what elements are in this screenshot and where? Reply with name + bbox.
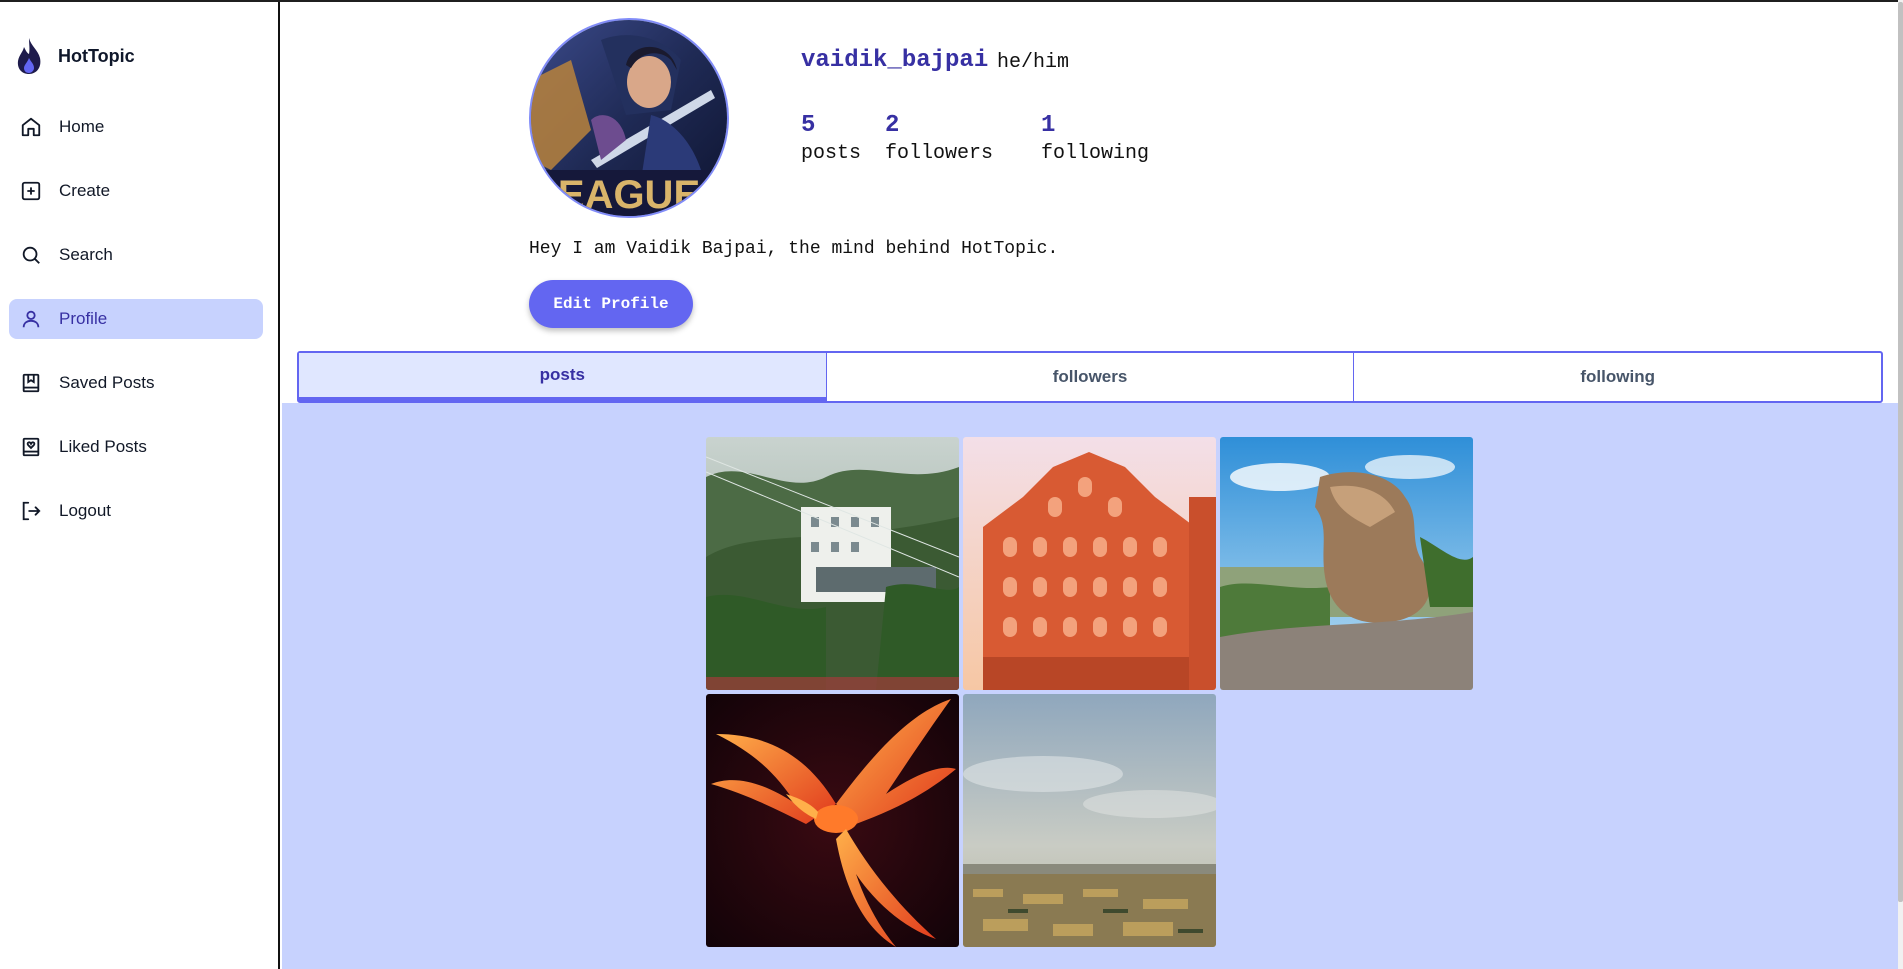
hawa-mahal-photo xyxy=(963,437,1216,690)
sidebar-item-logout[interactable]: Logout xyxy=(9,491,263,531)
flame-logo-icon xyxy=(17,38,41,74)
sidebar-item-profile[interactable]: Profile xyxy=(9,299,263,339)
post-tile[interactable] xyxy=(706,437,959,690)
avatar[interactable]: EAGUE xyxy=(529,18,729,218)
tab-followers[interactable]: followers xyxy=(827,353,1355,401)
post-tile[interactable] xyxy=(706,694,959,947)
sidebar-item-saved-posts[interactable]: Saved Posts xyxy=(9,363,263,403)
post-tile[interactable] xyxy=(963,694,1216,947)
posts-label: posts xyxy=(801,142,862,165)
brand[interactable]: HotTopic xyxy=(14,36,135,76)
post-tile[interactable] xyxy=(1220,437,1473,690)
sidebar-item-label: Liked Posts xyxy=(59,437,147,456)
stat-followers[interactable]: 2 followers xyxy=(885,112,1017,165)
posts-section xyxy=(282,403,1898,969)
username: vaidik_bajpai xyxy=(801,47,989,74)
profile-bio: Hey I am Vaidik Bajpai, the mind behind … xyxy=(529,239,1059,259)
sidebar-item-label: Home xyxy=(59,117,105,136)
sidebar-nav: Home Create Search Profile Saved Posts L… xyxy=(9,107,263,555)
rock-cliff-photo xyxy=(1220,437,1473,690)
plus-square-icon xyxy=(19,179,43,203)
sidebar-item-search[interactable]: Search xyxy=(9,235,263,275)
tab-posts[interactable]: posts xyxy=(299,353,827,401)
tab-following[interactable]: following xyxy=(1354,353,1881,401)
sidebar-item-label: Create xyxy=(59,181,111,200)
posts-count: 5 xyxy=(801,112,816,139)
sidebar: HotTopic Home Create Search Profile Save… xyxy=(0,2,280,969)
pronouns: he/him xyxy=(997,51,1070,74)
scrollbar-thumb[interactable] xyxy=(1898,2,1903,902)
profile-stats: 5 posts 2 followers 1 following xyxy=(801,112,1149,165)
sidebar-item-label: Search xyxy=(59,245,113,264)
search-icon xyxy=(19,243,43,267)
sidebar-item-create[interactable]: Create xyxy=(9,171,263,211)
avatar-image: EAGUE xyxy=(531,20,727,216)
sidebar-item-home[interactable]: Home xyxy=(9,107,263,147)
phoenix-bird-image xyxy=(706,694,959,947)
followers-count: 2 xyxy=(885,112,900,139)
posts-grid xyxy=(706,437,1473,947)
user-icon xyxy=(19,307,43,331)
avatar-text: EAGUE xyxy=(558,173,700,216)
sidebar-item-label: Logout xyxy=(59,501,111,520)
followers-label: followers xyxy=(885,142,994,165)
bookmark-icon xyxy=(19,371,43,395)
logout-icon xyxy=(19,499,43,523)
following-label: following xyxy=(1041,142,1150,165)
stat-posts[interactable]: 5 posts xyxy=(801,112,861,165)
heart-bookmark-icon xyxy=(19,435,43,459)
edit-profile-button[interactable]: Edit Profile xyxy=(529,280,693,328)
sidebar-item-label: Profile xyxy=(59,309,108,328)
plains-landscape-photo xyxy=(963,694,1216,947)
brand-name: HotTopic xyxy=(58,45,135,66)
home-icon xyxy=(19,115,43,139)
stat-following[interactable]: 1 following xyxy=(1041,112,1149,165)
profile-tabs: posts followers following xyxy=(297,351,1883,403)
post-tile[interactable] xyxy=(963,437,1216,690)
profile-main: EAGUE vaidik_bajpai he/him 5 posts 2 fol… xyxy=(282,2,1898,969)
page-scrollbar[interactable] xyxy=(1898,0,1903,969)
sidebar-item-liked-posts[interactable]: Liked Posts xyxy=(9,427,263,467)
sidebar-item-label: Saved Posts xyxy=(59,373,155,392)
mountain-temple-photo xyxy=(706,437,959,690)
following-count: 1 xyxy=(1041,112,1056,139)
